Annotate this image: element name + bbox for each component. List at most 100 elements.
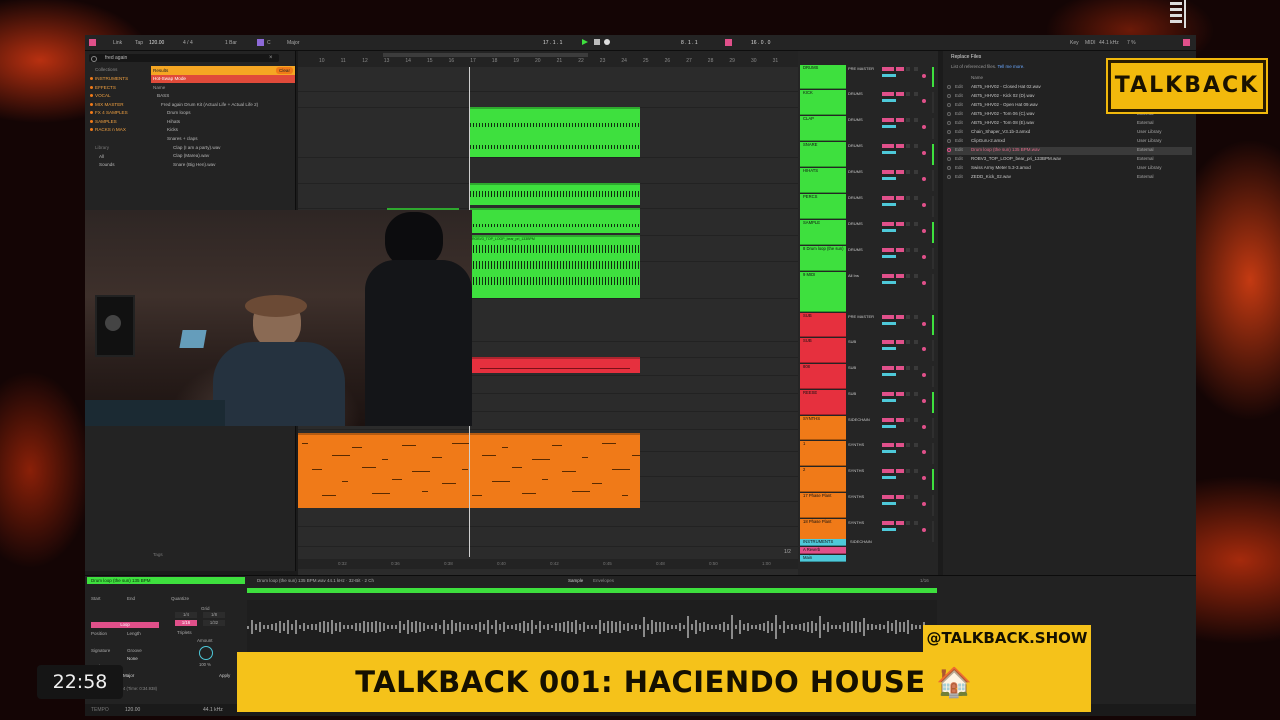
mute-button[interactable] bbox=[906, 144, 910, 148]
referenced-file-row[interactable]: Edit ZEDD_Kick_02.wav External bbox=[947, 174, 1192, 182]
tap-button[interactable]: Tap bbox=[135, 40, 143, 46]
record-arm-icon[interactable] bbox=[922, 125, 926, 129]
stop-icon[interactable] bbox=[594, 39, 600, 45]
track-header[interactable]: 2 bbox=[800, 467, 846, 492]
pan-field[interactable] bbox=[896, 392, 904, 396]
clip-drum-loop-b[interactable]: ROBV3_TOP_LOOP_bear_pri_133BPM bbox=[470, 235, 640, 298]
send-knob[interactable] bbox=[882, 255, 896, 258]
library-item-sounds[interactable]: Sounds bbox=[99, 162, 115, 167]
volume-field[interactable] bbox=[882, 495, 894, 499]
edit-button[interactable]: Edit bbox=[955, 174, 963, 179]
midi-note[interactable] bbox=[462, 469, 468, 470]
midi-note[interactable] bbox=[442, 483, 456, 484]
pan-field[interactable] bbox=[896, 248, 904, 252]
track-output[interactable]: SUB bbox=[848, 391, 856, 396]
track-header[interactable]: SAMPLE bbox=[800, 220, 846, 245]
midi-note[interactable] bbox=[562, 471, 576, 472]
pan-field[interactable] bbox=[896, 144, 904, 148]
zoom-level[interactable]: 1/16 bbox=[920, 578, 929, 583]
midi-note[interactable] bbox=[332, 455, 350, 456]
record-icon[interactable] bbox=[604, 39, 610, 45]
track-output[interactable]: SYNTHS bbox=[848, 494, 864, 499]
track-output[interactable]: PRE MASTER bbox=[848, 66, 874, 71]
return-track[interactable]: A Reverb bbox=[800, 547, 846, 554]
loop-brace[interactable] bbox=[383, 53, 588, 57]
track-header[interactable]: SUB bbox=[800, 313, 846, 337]
browser-item[interactable]: Kicks bbox=[167, 127, 178, 132]
edit-button[interactable]: Edit bbox=[955, 111, 963, 116]
track-header[interactable]: CLAP bbox=[800, 116, 846, 141]
key-select[interactable]: C bbox=[267, 40, 271, 46]
midi-note[interactable] bbox=[482, 455, 496, 456]
send-knob[interactable] bbox=[882, 528, 896, 531]
referenced-file-row[interactable]: Edit Chain_Shaper_V3.1b-3.amxd User Librar… bbox=[947, 129, 1192, 137]
midi-note[interactable] bbox=[372, 493, 390, 494]
pan-field[interactable] bbox=[896, 67, 904, 71]
solo-button[interactable] bbox=[914, 443, 918, 447]
tab-envelopes[interactable]: Envelopes bbox=[593, 578, 614, 583]
mute-button[interactable] bbox=[906, 443, 910, 447]
track-header[interactable]: 8 Drum loop (the sun) bbox=[800, 246, 846, 271]
midi-note[interactable] bbox=[322, 495, 336, 496]
mute-button[interactable] bbox=[906, 392, 910, 396]
pan-field[interactable] bbox=[896, 521, 904, 525]
edit-button[interactable]: Edit bbox=[955, 147, 963, 152]
apply-button[interactable]: Apply bbox=[219, 673, 230, 678]
solo-button[interactable] bbox=[914, 495, 918, 499]
edit-button[interactable]: Edit bbox=[955, 84, 963, 89]
record-arm-icon[interactable] bbox=[922, 229, 926, 233]
record-arm-icon[interactable] bbox=[922, 502, 926, 506]
record-arm-icon[interactable] bbox=[922, 399, 926, 403]
solo-button[interactable] bbox=[914, 521, 918, 525]
record-arm-icon[interactable] bbox=[922, 177, 926, 181]
browser-item[interactable]: Hihats bbox=[167, 119, 180, 124]
tempo-field[interactable]: 120.00 bbox=[149, 40, 164, 46]
volume-field[interactable] bbox=[882, 392, 894, 396]
midi-note[interactable] bbox=[552, 445, 562, 446]
loop-toggle-icon[interactable] bbox=[725, 39, 732, 46]
send-knob[interactable] bbox=[882, 229, 896, 232]
track-output[interactable]: SIDECHAIN bbox=[848, 417, 870, 422]
solo-button[interactable] bbox=[914, 144, 918, 148]
record-arm-icon[interactable] bbox=[922, 99, 926, 103]
send-knob[interactable] bbox=[882, 347, 896, 350]
record-arm-icon[interactable] bbox=[922, 255, 926, 259]
close-icon[interactable]: × bbox=[269, 55, 273, 61]
edit-button[interactable]: Edit bbox=[955, 138, 963, 143]
solo-button[interactable] bbox=[914, 92, 918, 96]
library-item-all[interactable]: All bbox=[99, 154, 104, 159]
mute-button[interactable] bbox=[906, 67, 910, 71]
mute-button[interactable] bbox=[906, 196, 910, 200]
record-arm-icon[interactable] bbox=[922, 347, 926, 351]
pan-field[interactable] bbox=[896, 366, 904, 370]
solo-button[interactable] bbox=[914, 469, 918, 473]
pan-field[interactable] bbox=[896, 418, 904, 422]
loop-bar[interactable] bbox=[247, 588, 937, 593]
browser-category[interactable]: EFFECTS bbox=[95, 85, 116, 90]
mute-button[interactable] bbox=[906, 469, 910, 473]
track-output[interactable]: DRUMS bbox=[848, 169, 863, 174]
clear-button[interactable]: Clear bbox=[276, 67, 293, 74]
track-header[interactable]: SYNTHS bbox=[800, 416, 846, 440]
track-header[interactable]: SNARE bbox=[800, 142, 846, 167]
tab-sample[interactable]: Sample bbox=[568, 578, 583, 583]
send-knob[interactable] bbox=[882, 74, 896, 77]
track-header[interactable]: KICK bbox=[800, 90, 846, 115]
time-ruler[interactable]: 0:32 0:36 0:38 0:40 0:42 0:45 0:48 0:50 1:00 bbox=[298, 559, 798, 569]
record-arm-icon[interactable] bbox=[922, 528, 926, 532]
track-output[interactable]: SYNTHS bbox=[848, 520, 864, 525]
track-header[interactable]: REESE bbox=[800, 390, 846, 415]
track-output[interactable]: DRUMS bbox=[848, 143, 863, 148]
volume-field[interactable] bbox=[882, 418, 894, 422]
browser-search-input[interactable]: fred again bbox=[89, 54, 279, 62]
solo-button[interactable] bbox=[914, 222, 918, 226]
mute-button[interactable] bbox=[906, 340, 910, 344]
midi-note[interactable] bbox=[422, 491, 428, 492]
referenced-file-row[interactable]: Edit AB75_HHV02 - Tom 06 (C).wav External bbox=[947, 111, 1192, 119]
browser-category[interactable]: VOCAL bbox=[95, 93, 111, 98]
midi-note[interactable] bbox=[452, 443, 470, 444]
midi-note[interactable] bbox=[522, 493, 536, 494]
send-knob[interactable] bbox=[882, 151, 896, 154]
pan-field[interactable] bbox=[896, 340, 904, 344]
send-knob[interactable] bbox=[882, 177, 896, 180]
